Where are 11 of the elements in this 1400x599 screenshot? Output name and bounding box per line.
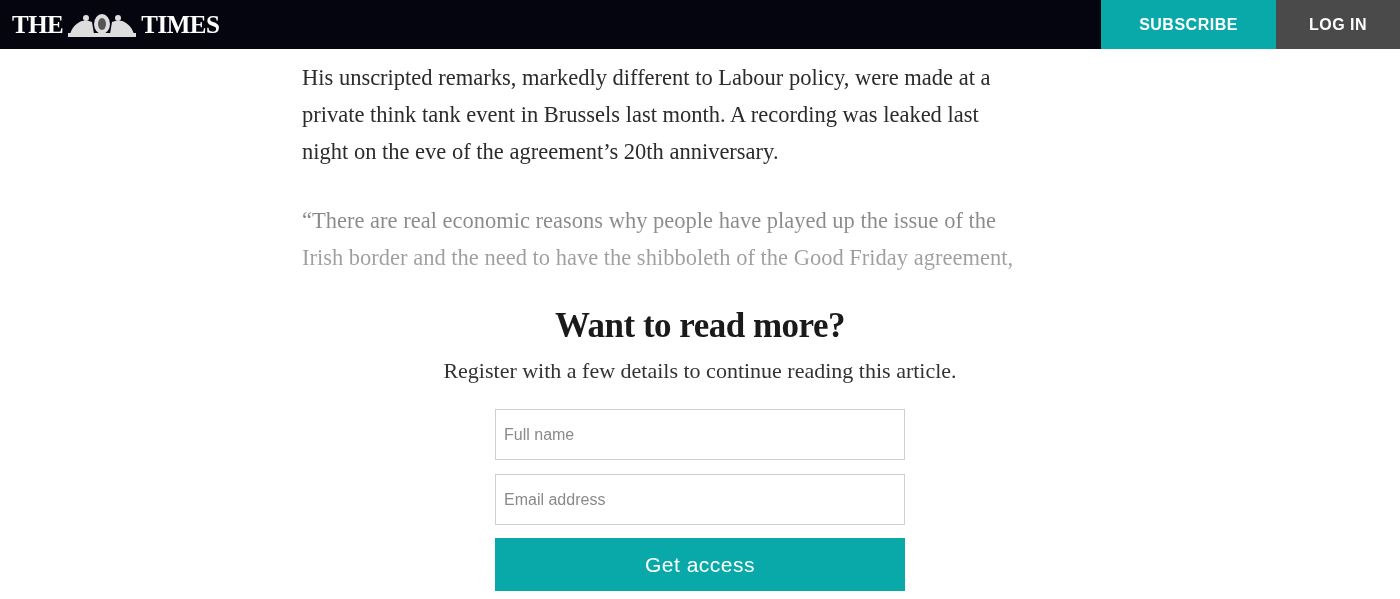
paywall-title: Want to read more? [554,305,846,347]
crest-icon [66,11,139,38]
logo-text: THE [12,9,64,40]
logo-text: TIMES [141,9,220,40]
subscribe-button[interactable]: SUBSCRIBE [1101,0,1276,49]
paywall-subtitle: Register with a few details to continue reading this article. [443,357,957,385]
input-field[interactable]: Full name [495,409,905,460]
login-button[interactable]: LOG IN [1276,0,1400,49]
get-access-button[interactable]: Get access [495,538,905,591]
input-field[interactable]: Email address [495,474,905,525]
article-paragraph: His unscripted remarks, markedly different to Labour policy, were made at a private think tank event in Brussels last month. A recording was leaked last night on the eve of the agreement’s 20th anniversary. [302,64,991,166]
